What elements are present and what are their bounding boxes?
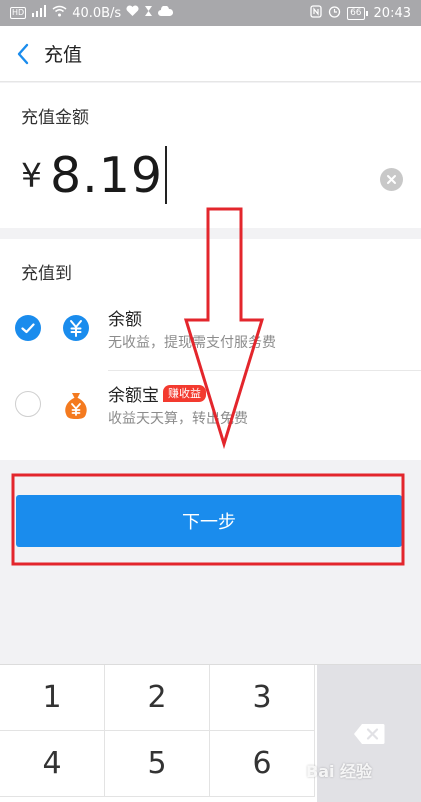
yuan-coin-icon xyxy=(62,314,90,342)
key-2[interactable]: 2 xyxy=(105,665,210,731)
clear-icon[interactable] xyxy=(380,168,403,191)
amount-value[interactable]: 8.19 xyxy=(50,147,163,204)
hd-badge: HD xyxy=(10,7,27,19)
hourglass-icon xyxy=(144,5,153,21)
signal-icon xyxy=(31,5,47,21)
method-title-text: 余额宝 xyxy=(108,386,159,406)
method-balance[interactable]: 余额 无收益，提现需支付服务费 xyxy=(0,297,421,371)
amount-section: 充值金额 ¥ 8.19 xyxy=(0,83,421,228)
status-bar: HD 40.0B/s 66 20:43 xyxy=(0,0,421,26)
wifi-icon xyxy=(52,5,67,21)
page-title: 充值 xyxy=(44,44,83,66)
method-description: 无收益，提现需支付服务费 xyxy=(108,335,276,351)
text-cursor xyxy=(165,146,168,204)
watermark: Bai 经验 xyxy=(306,762,373,781)
radio-unchecked-icon[interactable] xyxy=(15,391,41,417)
checkmark-icon[interactable] xyxy=(15,315,41,341)
method-description: 收益天天算，转出免费 xyxy=(108,411,248,427)
next-button[interactable]: 下一步 xyxy=(16,495,402,547)
divider xyxy=(108,370,421,371)
currency-symbol: ¥ xyxy=(21,155,42,195)
recharge-to-label: 充值到 xyxy=(21,264,72,284)
key-1[interactable]: 1 xyxy=(0,665,105,731)
network-speed: 40.0B/s xyxy=(72,5,122,21)
key-5[interactable]: 5 xyxy=(105,731,210,797)
nfc-icon xyxy=(310,4,322,22)
chevron-left-icon[interactable] xyxy=(2,26,44,82)
battery-icon: 66 xyxy=(347,6,368,20)
recharge-to-section: 充值到 余额 无收益，提现需支付服务费 余额宝 赚收益 收益天天算，转出免费 xyxy=(0,239,421,460)
heart-icon xyxy=(126,5,139,21)
amount-label: 充值金额 xyxy=(21,108,89,128)
header: 充值 xyxy=(0,26,421,82)
method-yuebao[interactable]: 余额宝 赚收益 收益天天算，转出免费 xyxy=(0,373,421,447)
alarm-icon xyxy=(328,5,341,22)
money-bag-icon xyxy=(62,390,90,419)
key-6[interactable]: 6 xyxy=(210,731,315,797)
amount-input[interactable]: ¥ 8.19 xyxy=(21,145,168,205)
status-time: 20:43 xyxy=(373,5,411,21)
cloud-icon xyxy=(158,4,174,21)
key-4[interactable]: 4 xyxy=(0,731,105,797)
key-3[interactable]: 3 xyxy=(210,665,315,731)
method-title: 余额 xyxy=(108,310,142,330)
method-title: 余额宝 赚收益 xyxy=(108,381,206,406)
earn-badge: 赚收益 xyxy=(163,385,206,402)
